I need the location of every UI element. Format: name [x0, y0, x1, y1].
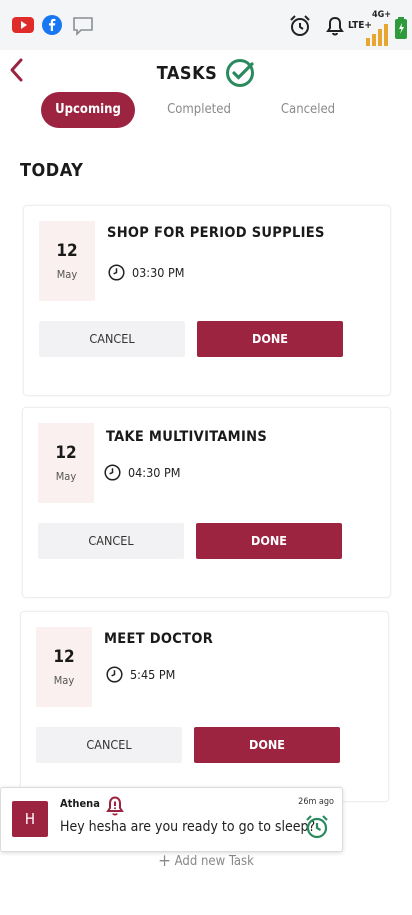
- page-title: TASKS: [156, 62, 218, 84]
- done-button[interactable]: DONE: [196, 523, 342, 559]
- done-button[interactable]: DONE: [194, 727, 340, 763]
- alarm-icon: [290, 15, 310, 36]
- task-date: 12 May: [38, 423, 94, 503]
- done-button[interactable]: DONE: [197, 321, 343, 357]
- clock-icon: [106, 666, 123, 683]
- task-day: 12: [56, 241, 78, 261]
- battery-icon: [395, 17, 407, 39]
- plus-icon: +: [158, 851, 171, 871]
- section-title-today: TODAY: [20, 160, 84, 181]
- task-time-text: 03:30 PM: [132, 265, 185, 280]
- cancel-button[interactable]: CANCEL: [39, 321, 185, 357]
- task-time: 03:30 PM: [108, 264, 184, 281]
- cancel-button[interactable]: CANCEL: [38, 523, 184, 559]
- task-month: May: [56, 268, 78, 281]
- task-day: 12: [55, 443, 77, 463]
- task-day: 12: [53, 647, 75, 667]
- check-circle-icon: [226, 59, 255, 87]
- task-time: 5:45 PM: [106, 666, 175, 683]
- task-time: 04:30 PM: [104, 464, 180, 481]
- notification-toast[interactable]: H Athena 26m ago Hey hesha are you ready…: [0, 787, 343, 852]
- notification-sender-name: Athena: [60, 797, 100, 810]
- network-gen-label: 4G+: [372, 10, 392, 20]
- task-time-text: 04:30 PM: [128, 465, 181, 480]
- page-header: TASKS: [0, 58, 412, 88]
- tab-upcoming[interactable]: Upcoming: [41, 92, 135, 128]
- task-time-text: 5:45 PM: [130, 667, 176, 682]
- facebook-icon: [42, 15, 62, 35]
- task-month: May: [53, 674, 75, 687]
- task-date: 12 May: [39, 221, 95, 301]
- alert-bell-icon: [106, 796, 124, 816]
- avatar: H: [12, 801, 48, 837]
- cancel-button[interactable]: CANCEL: [36, 727, 182, 763]
- signal-icon: [366, 24, 388, 46]
- youtube-icon: [12, 17, 34, 33]
- bell-icon: [326, 16, 344, 36]
- clock-icon: [108, 264, 125, 281]
- notification-message: Hey hesha are you ready to go to sleep?: [60, 819, 316, 835]
- notification-sender: Athena: [60, 797, 100, 810]
- message-icon: [73, 17, 93, 36]
- alarm-clock-icon: [306, 815, 328, 839]
- task-title: MEET DOCTOR: [104, 631, 214, 647]
- tab-completed[interactable]: Completed: [152, 92, 246, 128]
- tab-canceled[interactable]: Canceled: [261, 92, 355, 128]
- add-new-task-button[interactable]: + Add new Task: [0, 851, 412, 871]
- task-title: SHOP FOR PERIOD SUPPLIES: [107, 225, 325, 241]
- task-month: May: [55, 470, 77, 483]
- add-new-task-label: Add new Task: [174, 854, 254, 869]
- clock-icon: [104, 464, 121, 481]
- task-date: 12 May: [36, 627, 92, 707]
- task-title: TAKE MULTIVITAMINS: [106, 429, 268, 445]
- status-bar: LTE+ 4G+: [0, 0, 412, 50]
- notification-time: 26m ago: [298, 797, 334, 807]
